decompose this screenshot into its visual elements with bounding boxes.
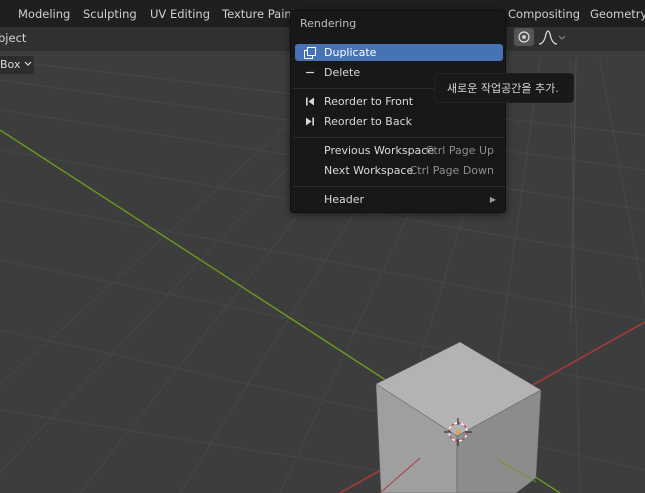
overlay-icon bbox=[518, 31, 530, 43]
shortcut-label: Ctrl Page Down bbox=[409, 164, 494, 177]
menu-separator bbox=[293, 186, 505, 187]
select-box-dropdown[interactable]: Box bbox=[0, 56, 34, 74]
minus-icon bbox=[304, 67, 316, 78]
object-mode-label[interactable]: bject bbox=[0, 31, 26, 45]
overlay-toggle-button[interactable] bbox=[514, 28, 534, 46]
shortcut-label: Ctrl Page Up bbox=[425, 144, 494, 157]
menu-item-next-workspace[interactable]: Next Workspace Ctrl Page Down bbox=[295, 162, 503, 179]
reorder-front-icon bbox=[304, 96, 316, 107]
duplicate-icon bbox=[304, 47, 316, 59]
chevron-down-icon bbox=[24, 56, 32, 74]
tab-uv-editing[interactable]: UV Editing bbox=[150, 7, 210, 21]
menu-item-previous-workspace[interactable]: Previous Workspace Ctrl Page Up bbox=[295, 142, 503, 159]
tab-texture-paint[interactable]: Texture Paint bbox=[222, 7, 296, 21]
workspace-context-menu: Rendering Duplicate Delete Reorder to Fr… bbox=[290, 10, 506, 213]
select-box-label: Box bbox=[0, 58, 21, 71]
tab-compositing[interactable]: Compositing bbox=[508, 7, 580, 21]
submenu-arrow-icon: ▶ bbox=[489, 195, 496, 204]
menu-item-reorder-back[interactable]: Reorder to Back bbox=[295, 113, 503, 130]
menu-item-duplicate[interactable]: Duplicate bbox=[295, 44, 503, 61]
menu-item-header[interactable]: Header ▶ bbox=[295, 191, 503, 208]
reorder-back-icon bbox=[304, 116, 316, 127]
tab-modeling[interactable]: Modeling bbox=[18, 7, 70, 21]
tab-geometry-nodes[interactable]: Geometry N bbox=[590, 7, 645, 21]
menu-separator bbox=[293, 137, 505, 138]
menu-title: Rendering bbox=[300, 17, 357, 30]
proportional-falloff-button[interactable] bbox=[536, 29, 566, 47]
tab-sculpting[interactable]: Sculpting bbox=[83, 7, 137, 21]
tooltip: 새로운 작업공간을 추가. bbox=[434, 73, 574, 103]
falloff-curve-icon bbox=[538, 30, 566, 45]
